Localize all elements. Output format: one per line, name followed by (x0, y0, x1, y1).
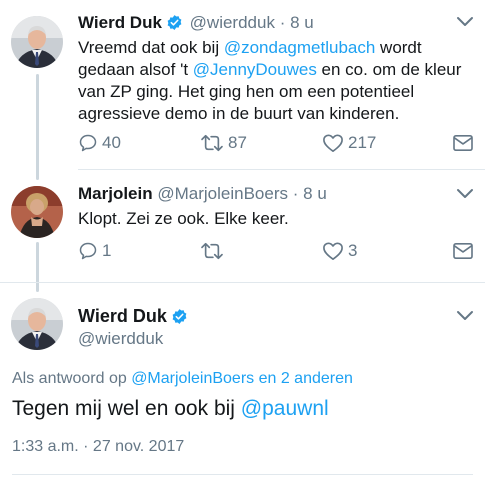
author-name-text: Wierd Duk (78, 306, 167, 326)
like-button[interactable]: 3 (322, 240, 357, 262)
retweet-icon (201, 242, 223, 260)
text-segment: wordt (375, 38, 422, 57)
reply-button[interactable]: 1 (78, 240, 111, 262)
envelope-icon (453, 134, 473, 152)
author-handle[interactable]: @wierdduk (78, 329, 163, 349)
divider (12, 474, 473, 475)
heart-icon (323, 134, 343, 152)
text-segment: en co. om de kleur (316, 60, 462, 79)
author-handle[interactable]: @MarjoleinBoers (157, 184, 288, 203)
divider (78, 169, 485, 170)
avatar[interactable] (11, 186, 63, 238)
reply-button[interactable]: 40 (78, 132, 121, 154)
author-handle[interactable]: @wierdduk (190, 13, 275, 32)
text-segment: Vreemd dat ook bij (78, 38, 224, 57)
tweet-time[interactable]: 8 u (303, 184, 327, 203)
tweet-time[interactable]: 8 u (290, 13, 314, 32)
envelope-icon (453, 242, 473, 260)
heart-icon (323, 242, 343, 260)
tweet-timestamp[interactable]: 1:33 a.m. · 27 nov. 2017 (12, 438, 184, 456)
tweet-header: Wierd Duk @wierdduk · 8 u (78, 13, 314, 36)
tweet-text: Vreemd dat ook bij @zondagmetlubach word… (78, 37, 478, 125)
avatar[interactable] (11, 16, 63, 68)
like-button[interactable]: 217 (322, 132, 376, 154)
direct-message-button[interactable] (452, 240, 474, 262)
text-segment: gedaan alsof 't (78, 60, 193, 79)
chevron-down-icon[interactable] (456, 188, 474, 200)
reply-icon (79, 242, 97, 260)
text-line: agressieve demo in de buurt van kinderen… (78, 104, 400, 123)
reply-targets-link[interactable]: @MarjoleinBoers en 2 anderen (131, 370, 353, 387)
author-name[interactable]: Wierd Duk (78, 306, 190, 330)
tweet-text: Tegen mij wel en ook bij @pauwnl (12, 397, 329, 421)
verified-badge-icon (166, 14, 183, 36)
mention-link[interactable]: @pauwnl (241, 397, 329, 420)
avatar[interactable] (11, 298, 63, 350)
like-count: 217 (348, 133, 377, 152)
reply-count: 40 (102, 133, 121, 152)
reply-context: Als antwoord op @MarjoleinBoers en 2 and… (12, 370, 353, 388)
mention-link[interactable]: @JennyDouwes (193, 60, 317, 79)
thread-line (36, 242, 39, 292)
thread-line (36, 74, 39, 180)
reply-icon (79, 134, 97, 152)
verified-badge-icon (171, 308, 188, 330)
retweet-button[interactable] (200, 240, 228, 262)
text-segment: Tegen mij wel en ook bij (12, 397, 241, 420)
tweet-actions: 40 87 217 (78, 132, 478, 154)
retweet-count: 87 (228, 133, 247, 152)
author-name[interactable]: Wierd Duk (78, 13, 162, 32)
direct-message-button[interactable] (452, 132, 474, 154)
reply-prefix: Als antwoord op (12, 370, 132, 387)
divider (0, 282, 485, 283)
mention-link[interactable]: @zondagmetlubach (224, 38, 375, 57)
like-count: 3 (348, 241, 358, 260)
tweet-header: Marjolein @MarjoleinBoers · 8 u (78, 184, 327, 204)
author-name[interactable]: Marjolein (78, 184, 153, 203)
retweet-button[interactable]: 87 (200, 132, 247, 154)
tweet-actions: 1 3 (78, 240, 478, 262)
tweet-text: Klopt. Zei ze ook. Elke keer. (78, 209, 289, 228)
separator: · (279, 13, 286, 32)
text-line: van ZP ging. Het ging hen om een potenti… (78, 82, 415, 101)
separator: · (292, 184, 299, 203)
chevron-down-icon[interactable] (456, 310, 474, 322)
chevron-down-icon[interactable] (456, 16, 474, 28)
retweet-icon (201, 134, 223, 152)
reply-count: 1 (102, 241, 112, 260)
